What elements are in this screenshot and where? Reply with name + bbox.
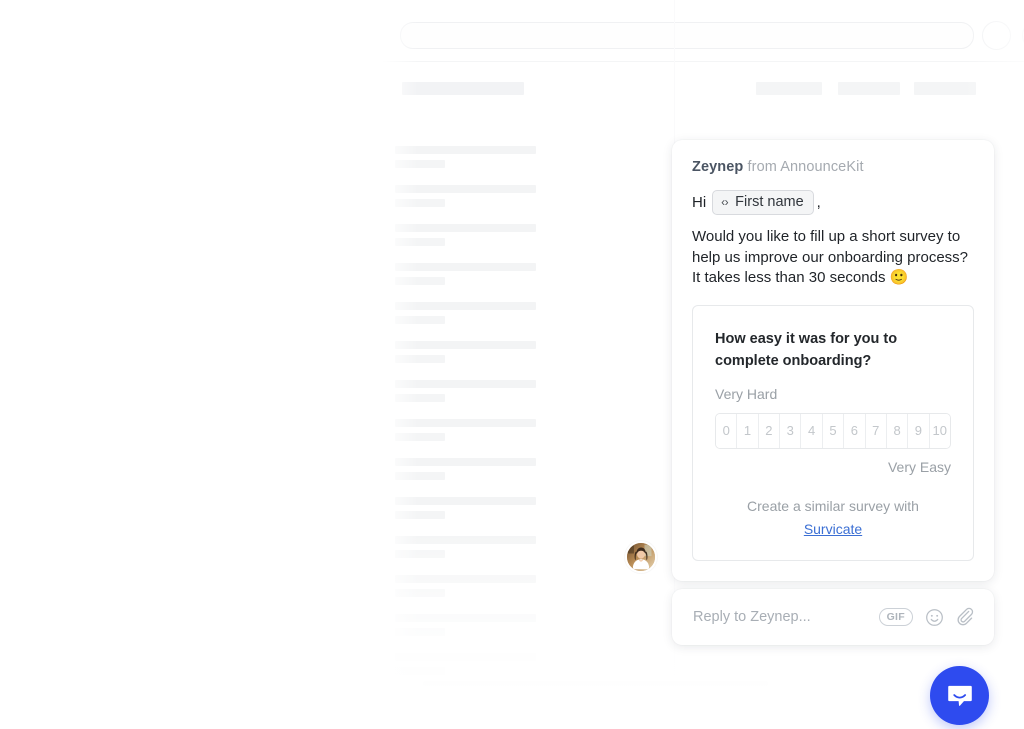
background-placeholder-bar xyxy=(395,472,445,480)
background-chip-2 xyxy=(838,82,900,95)
background-placeholder-bar xyxy=(395,380,536,388)
background-title-placeholder xyxy=(402,82,524,95)
message-header: Zeynep from AnnounceKit xyxy=(692,158,974,176)
survey-question: How easy it was for you to complete onbo… xyxy=(715,330,898,369)
background-placeholder-bar xyxy=(395,146,536,154)
background-placeholder-bar xyxy=(395,263,536,271)
background-placeholder-bar xyxy=(395,419,536,427)
background-search-input[interactable] xyxy=(400,22,974,49)
background-placeholder-bar xyxy=(395,458,536,466)
survey-provider-link[interactable]: Survicate xyxy=(715,518,951,540)
intercom-launcher-button[interactable] xyxy=(930,666,989,725)
survey-scale-cell-2[interactable]: 2 xyxy=(758,413,781,448)
variable-pill-label: First name xyxy=(735,194,804,210)
paperclip-icon[interactable] xyxy=(956,607,976,627)
survey-scale-cell-6[interactable]: 6 xyxy=(844,413,866,448)
message-from: from AnnounceKit xyxy=(747,159,864,175)
background-placeholder-bar xyxy=(395,199,445,207)
message-sender: Zeynep xyxy=(692,159,744,175)
variable-pill-first-name[interactable]: ‹› First name xyxy=(712,190,814,215)
survey-anchor-low: Very Hard xyxy=(715,385,778,402)
message-greeting: Hi ‹› First name , xyxy=(692,190,974,215)
background-chip-3 xyxy=(914,82,976,95)
background-placeholder-bar xyxy=(395,511,445,519)
background-placeholder-bar xyxy=(395,394,445,402)
background-placeholder-bar xyxy=(395,160,445,168)
background-placeholder-bar xyxy=(395,653,536,661)
avatar xyxy=(625,541,657,573)
code-variable-icon: ‹› xyxy=(721,195,729,209)
survey-footer: Create a similar survey with Survicate xyxy=(715,495,951,540)
screen-root: Zeynep from AnnounceKit Hi ‹› First name… xyxy=(0,0,1024,729)
smiley-icon[interactable] xyxy=(925,608,944,627)
survey-card: How easy it was for you to complete onbo… xyxy=(692,304,974,561)
survey-scale-cell-5[interactable]: 5 xyxy=(822,413,845,448)
survey-scale-cell-10[interactable]: 10 xyxy=(929,413,950,448)
background-placeholder-bar xyxy=(395,497,536,505)
background-placeholder-bar xyxy=(395,667,445,675)
reply-input[interactable]: Reply to Zeynep... xyxy=(693,609,879,625)
background-placeholder-bar xyxy=(395,302,536,310)
background-placeholder-bar xyxy=(395,550,445,558)
background-placeholder-bar xyxy=(395,433,445,441)
survey-scale-cell-3[interactable]: 3 xyxy=(780,413,802,448)
background-placeholder-bar xyxy=(395,316,445,324)
background-placeholder-bar xyxy=(395,589,445,597)
background-placeholder-bar xyxy=(395,355,445,363)
greeting-prefix: Hi xyxy=(692,193,707,211)
survey-scale[interactable]: 0 1 2 3 4 5 6 7 8 9 10 xyxy=(715,412,951,449)
message-card: Zeynep from AnnounceKit Hi ‹› First name… xyxy=(672,140,994,581)
background-placeholder-bar xyxy=(395,341,536,349)
greeting-suffix: , xyxy=(816,193,821,211)
survey-scale-cell-0[interactable]: 0 xyxy=(716,413,738,448)
background-bottom-bar-2 xyxy=(412,690,670,695)
background-placeholder-bar xyxy=(395,575,536,583)
composer[interactable]: Reply to Zeynep... GIF xyxy=(672,589,994,645)
background-placeholder-bar xyxy=(395,628,445,636)
message-body: Would you like to fill up a short survey… xyxy=(692,228,968,286)
background-chip-1 xyxy=(756,82,822,95)
survey-footer-text: Create a similar survey with xyxy=(747,497,919,514)
gif-button[interactable]: GIF xyxy=(878,608,913,626)
background-placeholder-bar xyxy=(395,277,445,285)
background-placeholder-bar xyxy=(395,536,536,544)
background-placeholder-bar xyxy=(395,224,536,232)
background-placeholder-bar xyxy=(395,238,445,246)
background-divider xyxy=(382,61,1024,62)
survey-scale-cell-4[interactable]: 4 xyxy=(801,413,823,448)
survey-scale-cell-7[interactable]: 7 xyxy=(865,413,887,448)
background-placeholder-bar xyxy=(395,614,536,622)
survey-anchor-high: Very Easy xyxy=(887,458,951,475)
survey-scale-cell-1[interactable]: 1 xyxy=(737,413,759,448)
background-placeholder-bar xyxy=(395,185,536,193)
background-bottom-bar-1 xyxy=(423,681,768,686)
intercom-chat-icon xyxy=(947,685,972,706)
composer-actions: GIF xyxy=(878,607,976,627)
survey-scale-cell-8[interactable]: 8 xyxy=(886,413,909,448)
background-avatar-1[interactable] xyxy=(982,21,1011,50)
survey-scale-cell-9[interactable]: 9 xyxy=(908,413,930,448)
